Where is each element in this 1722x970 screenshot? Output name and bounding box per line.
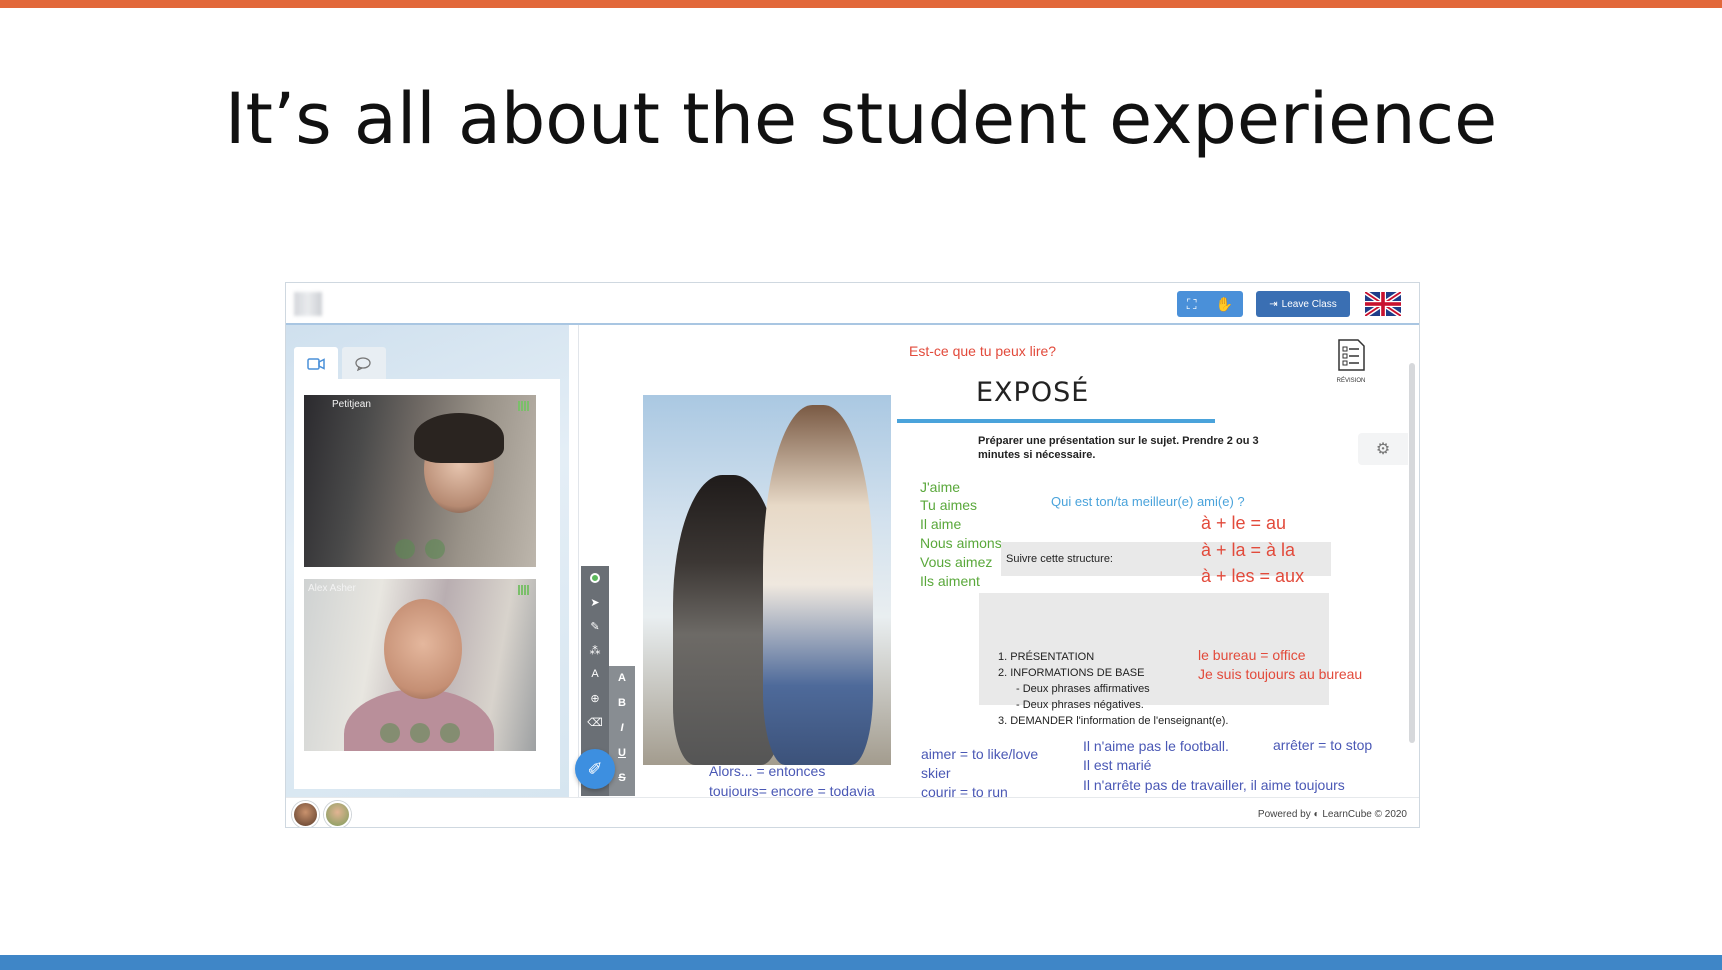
slide: It’s all about the student experience ⛶ … [0, 0, 1722, 970]
contraction-2: à + la = à la [1201, 540, 1296, 560]
lesson-topic: Qui est ton/ta meilleur(e) ami(e) ? [1051, 494, 1245, 509]
pointer-icon[interactable]: ➤ [586, 594, 604, 610]
settings-button[interactable]: ⚙ [1358, 433, 1408, 465]
note-blue-right-1: Il n'aime pas le football. [1083, 738, 1229, 754]
participants-panel: Petitjean Alex Asher [286, 325, 569, 797]
leave-class-label: Leave Class [1281, 298, 1337, 310]
participant-name: Alex Asher [308, 583, 356, 594]
instruction-line-2: minutes si nécessaire. [978, 449, 1096, 461]
instruction-line-1: Préparer une présentation sur le sujet. … [978, 435, 1259, 447]
structure-item-3: - Deux phrases affirmatives [1016, 683, 1150, 695]
signal-strength-icon [518, 401, 530, 411]
eraser-icon[interactable]: ⌫ [586, 714, 604, 730]
contraction-3: à + les = aux [1201, 566, 1305, 586]
font-size-button[interactable]: A [613, 670, 631, 686]
settings-toggle-icon[interactable] [440, 723, 460, 743]
conjugation-3: Il aime [920, 516, 962, 532]
exit-icon: ⇥ [1269, 298, 1278, 310]
avatar[interactable] [292, 801, 319, 827]
hand-raise-icon[interactable]: ✋ [1216, 296, 1233, 313]
strikethrough-button[interactable]: S [613, 770, 631, 786]
note-stop: arrêter = to stop [1273, 737, 1373, 753]
note-blue-right-3: Il n'arrête pas de travailler, il aime t… [1083, 777, 1345, 793]
lesson-question: Est-ce que tu peux lire? [909, 343, 1057, 359]
italic-button[interactable]: I [613, 720, 631, 736]
video-camera-icon [307, 358, 325, 370]
conjugation-4: Nous aimons [920, 535, 1002, 551]
conjugation-6: Ils aiment [920, 573, 980, 589]
shapes-icon[interactable]: ⁂ [586, 642, 604, 658]
underline-button[interactable]: U [613, 745, 631, 761]
conjugation-5: Vous aimez [920, 554, 993, 570]
revision-label: RÉVISION [1336, 378, 1366, 384]
pen-icon[interactable]: ✎ [586, 618, 604, 634]
canvas-scrollbar[interactable] [1409, 363, 1415, 743]
note-blue-right-2: Il est marié [1083, 757, 1152, 773]
mic-toggle-icon[interactable] [410, 723, 430, 743]
uk-flag-icon[interactable] [1365, 292, 1401, 316]
bold-button[interactable]: B [613, 695, 631, 711]
lesson-photo-two-friends [643, 395, 891, 765]
structure-label: Suivre cette structure: [1006, 553, 1113, 565]
heading-underline [897, 419, 1215, 423]
learncube-logo-icon: ◐ [1313, 809, 1320, 820]
leave-class-button[interactable]: ⇥ Leave Class [1256, 291, 1350, 317]
conjugation-1: J'aime [920, 479, 961, 495]
structure-item-1: 1. PRÉSENTATION [998, 651, 1095, 663]
note-blue-mid-2: skier [921, 765, 951, 781]
video-controls [304, 723, 536, 743]
note-blue-mid-1: aimer = to like/love [921, 746, 1039, 762]
fullscreen-icon[interactable]: ⛶ [1187, 296, 1197, 313]
top-accent-bar [0, 0, 1722, 8]
bottom-accent-bar [0, 955, 1722, 970]
pen-mode-button[interactable]: ✐ [575, 749, 615, 789]
app-footer: Powered by ◐ LearnCube © 2020 [286, 797, 1419, 827]
classroom-app-screenshot: ⛶ ✋ ⇥ Leave Class Petitjean Alex Asher E… [285, 282, 1420, 828]
powered-by: Powered by ◐ LearnCube © 2020 [1258, 809, 1407, 820]
camera-toggle-icon[interactable] [395, 539, 415, 559]
header-tool-group: ⛶ ✋ [1177, 291, 1243, 317]
tab-chat[interactable] [342, 347, 386, 381]
chat-bubbles-icon [355, 357, 371, 371]
pen-icon: ✐ [587, 758, 603, 779]
tab-video[interactable] [294, 347, 338, 381]
lesson-heading: EXPOSÉ [976, 377, 1090, 408]
structure-item-2: 2. INFORMATIONS DE BASE [998, 667, 1145, 679]
note-red-1: le bureau = office [1198, 647, 1306, 663]
avatar[interactable] [324, 801, 351, 827]
student-hair [414, 413, 504, 463]
powered-by-label: Powered by [1257, 809, 1311, 820]
note-red-2: Je suis toujours au bureau [1198, 666, 1363, 682]
record-dot-icon[interactable] [586, 570, 604, 586]
photo-person-right [763, 405, 873, 765]
contraction-1: à + le = au [1201, 513, 1287, 533]
participant-name: Petitjean [332, 399, 371, 410]
structure-item-4: - Deux phrases négatives. [1016, 699, 1144, 711]
text-icon[interactable]: A [586, 666, 604, 682]
brand-label: LearnCube © 2020 [1322, 809, 1407, 820]
revision-icon[interactable]: RÉVISION [1336, 339, 1366, 384]
blurred-logo [294, 292, 322, 316]
note-blue-left-1: Alors... = entonces [709, 763, 826, 779]
teacher-face [384, 599, 462, 699]
zoom-icon[interactable]: ⊕ [586, 690, 604, 706]
checklist-icon [1338, 339, 1365, 371]
conjugation-2: Tu aimes [920, 497, 978, 513]
video-controls [304, 539, 536, 559]
video-tile-student[interactable]: Petitjean [304, 395, 536, 567]
structure-item-5: 3. DEMANDER l'information de l'enseignan… [998, 715, 1229, 727]
video-tile-teacher[interactable]: Alex Asher [304, 579, 536, 751]
gear-icon: ⚙ [1375, 441, 1391, 458]
slide-title: It’s all about the student experience [224, 78, 1498, 160]
signal-strength-icon [518, 585, 530, 595]
camera-toggle-icon[interactable] [380, 723, 400, 743]
app-header: ⛶ ✋ ⇥ Leave Class [286, 283, 1419, 325]
mic-toggle-icon[interactable] [425, 539, 445, 559]
